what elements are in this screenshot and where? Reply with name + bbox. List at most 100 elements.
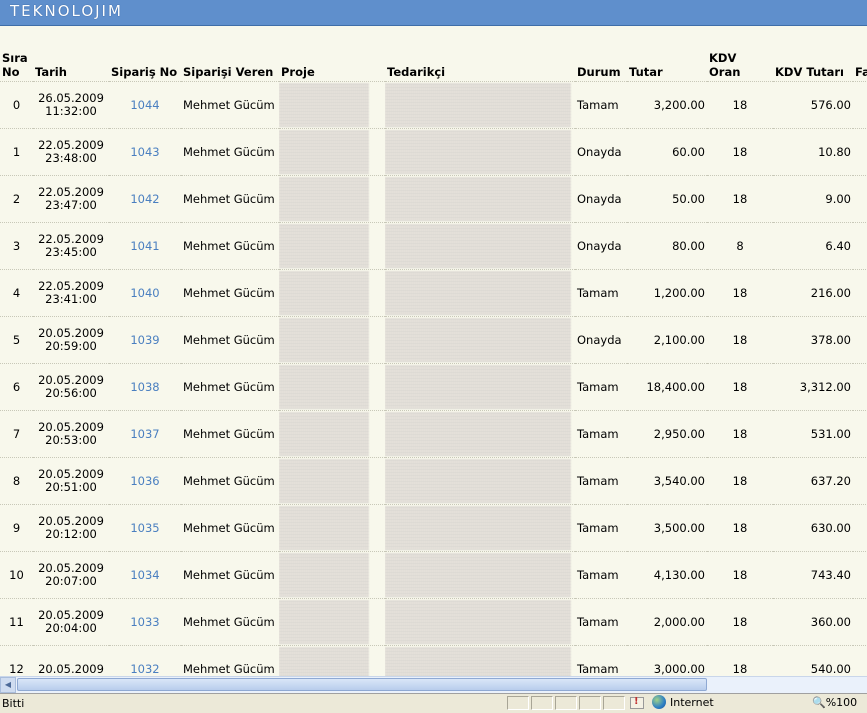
row-tedarikci-redacted bbox=[385, 175, 575, 223]
column-header-tutar[interactable]: Tutar bbox=[627, 51, 707, 82]
row-tarih: 20.05.2009 20:51:00 bbox=[33, 457, 109, 505]
row-tedarikci-redacted bbox=[385, 222, 575, 270]
row-time: 23:41:00 bbox=[45, 292, 97, 306]
row-siparisi-veren: Mehmet Gücüm bbox=[181, 645, 279, 676]
table-row: 2 22.05.2009 23:47:00 1042 Mehmet Gücüm Onayd… bbox=[0, 175, 867, 223]
column-header-siparisi-veren[interactable]: Siparişi Veren bbox=[181, 51, 279, 82]
table-row: 1 22.05.2009 23:48:00 1043 Mehmet Gücüm Onayd… bbox=[0, 128, 867, 176]
order-number-link[interactable]: 1032 bbox=[109, 645, 181, 676]
order-number-link[interactable]: 1042 bbox=[109, 175, 181, 223]
row-time: 20:12:00 bbox=[45, 527, 97, 541]
row-siparisi-veren: Mehmet Gücüm bbox=[181, 81, 279, 129]
row-fa bbox=[853, 551, 867, 599]
redacted-block bbox=[385, 224, 571, 268]
column-header-proje[interactable]: Proje bbox=[279, 51, 385, 82]
redacted-block bbox=[385, 318, 571, 362]
redacted-block bbox=[279, 83, 369, 127]
column-header-tarih[interactable]: Tarih bbox=[33, 51, 109, 82]
order-number-link[interactable]: 1041 bbox=[109, 222, 181, 270]
row-time: 20:04:00 bbox=[45, 621, 97, 635]
redacted-block bbox=[279, 130, 369, 174]
order-number-link[interactable]: 1035 bbox=[109, 504, 181, 552]
status-pane bbox=[507, 696, 529, 710]
row-tedarikci-redacted bbox=[385, 551, 575, 599]
row-durum: Tamam bbox=[575, 81, 627, 129]
row-kdv-oran: 8 bbox=[707, 222, 773, 270]
order-number-link[interactable]: 1040 bbox=[109, 269, 181, 317]
order-number-link[interactable]: 1033 bbox=[109, 598, 181, 646]
redacted-block bbox=[385, 271, 571, 315]
row-sira: 7 bbox=[0, 410, 33, 458]
order-number-link[interactable]: 1038 bbox=[109, 363, 181, 411]
zoom-level[interactable]: 🔍%100 bbox=[812, 696, 857, 709]
row-fa bbox=[853, 410, 867, 458]
table-row: 3 22.05.2009 23:45:00 1041 Mehmet Gücüm Onayd… bbox=[0, 222, 867, 270]
security-zone[interactable]: Internet bbox=[652, 695, 714, 709]
redacted-block bbox=[279, 600, 369, 644]
row-sira: 2 bbox=[0, 175, 33, 223]
scrollbar-thumb[interactable] bbox=[17, 678, 707, 691]
row-tarih: 20.05.2009 20:53:00 bbox=[33, 410, 109, 458]
order-number-link[interactable]: 1039 bbox=[109, 316, 181, 364]
row-tarih: 22.05.2009 23:47:00 bbox=[33, 175, 109, 223]
row-kdv-oran: 18 bbox=[707, 598, 773, 646]
row-sira: 3 bbox=[0, 222, 33, 270]
row-fa bbox=[853, 316, 867, 364]
row-kdv-tutari: 360.00 bbox=[773, 598, 853, 646]
row-sira: 5 bbox=[0, 316, 33, 364]
table-row: 9 20.05.2009 20:12:00 1035 Mehmet Gücüm Tamam… bbox=[0, 504, 867, 552]
order-number-link[interactable]: 1043 bbox=[109, 128, 181, 176]
row-kdv-oran: 18 bbox=[707, 269, 773, 317]
column-header-kdv-oran[interactable]: KDV Oran bbox=[707, 51, 773, 82]
row-proje-redacted bbox=[279, 128, 385, 176]
table-row: 7 20.05.2009 20:53:00 1037 Mehmet Gücüm Tamam… bbox=[0, 410, 867, 458]
column-header-fa[interactable]: Fa bbox=[853, 51, 867, 82]
security-warning-icon[interactable] bbox=[630, 696, 644, 709]
row-kdv-tutari: 6.40 bbox=[773, 222, 853, 270]
row-sira: 4 bbox=[0, 269, 33, 317]
horizontal-scrollbar[interactable]: ◀ bbox=[0, 676, 867, 693]
row-kdv-tutari: 630.00 bbox=[773, 504, 853, 552]
redacted-block bbox=[385, 553, 571, 597]
column-header-tedarikci[interactable]: Tedarikçi bbox=[385, 51, 575, 82]
row-tedarikci-redacted bbox=[385, 316, 575, 364]
row-kdv-tutari: 531.00 bbox=[773, 410, 853, 458]
redacted-block bbox=[385, 459, 571, 503]
table-row: 12 20.05.2009 1032 Mehmet Gücüm Tamam 3,000.0… bbox=[0, 645, 867, 676]
column-header-siparis-no[interactable]: Sipariş No bbox=[109, 51, 181, 82]
row-proje-redacted bbox=[279, 598, 385, 646]
row-kdv-oran: 18 bbox=[707, 645, 773, 676]
row-durum: Tamam bbox=[575, 504, 627, 552]
row-sira: 9 bbox=[0, 504, 33, 552]
row-kdv-oran: 18 bbox=[707, 410, 773, 458]
column-header-sira[interactable]: Sıra No bbox=[0, 51, 33, 82]
column-header-durum[interactable]: Durum bbox=[575, 51, 627, 82]
row-kdv-tutari: 576.00 bbox=[773, 81, 853, 129]
row-sira: 11 bbox=[0, 598, 33, 646]
redacted-block bbox=[385, 506, 571, 550]
row-tutar: 18,400.00 bbox=[627, 363, 707, 411]
row-tarih: 20.05.2009 20:07:00 bbox=[33, 551, 109, 599]
redacted-block bbox=[385, 130, 571, 174]
row-kdv-tutari: 3,312.00 bbox=[773, 363, 853, 411]
row-kdv-tutari: 540.00 bbox=[773, 645, 853, 676]
row-kdv-tutari: 637.20 bbox=[773, 457, 853, 505]
row-sira: 10 bbox=[0, 551, 33, 599]
row-fa bbox=[853, 598, 867, 646]
row-siparisi-veren: Mehmet Gücüm bbox=[181, 363, 279, 411]
row-tedarikci-redacted bbox=[385, 81, 575, 129]
order-number-link[interactable]: 1036 bbox=[109, 457, 181, 505]
row-proje-redacted bbox=[279, 551, 385, 599]
status-pane bbox=[579, 696, 601, 710]
row-proje-redacted bbox=[279, 645, 385, 676]
row-proje-redacted bbox=[279, 363, 385, 411]
row-tarih: 20.05.2009 20:56:00 bbox=[33, 363, 109, 411]
scroll-left-arrow-icon[interactable]: ◀ bbox=[0, 677, 16, 693]
column-header-kdv-tutari[interactable]: KDV Tutarı bbox=[773, 51, 853, 82]
order-number-link[interactable]: 1037 bbox=[109, 410, 181, 458]
row-tedarikci-redacted bbox=[385, 410, 575, 458]
row-tutar: 2,950.00 bbox=[627, 410, 707, 458]
order-number-link[interactable]: 1034 bbox=[109, 551, 181, 599]
order-number-link[interactable]: 1044 bbox=[109, 81, 181, 129]
row-time: 20:53:00 bbox=[45, 433, 97, 447]
